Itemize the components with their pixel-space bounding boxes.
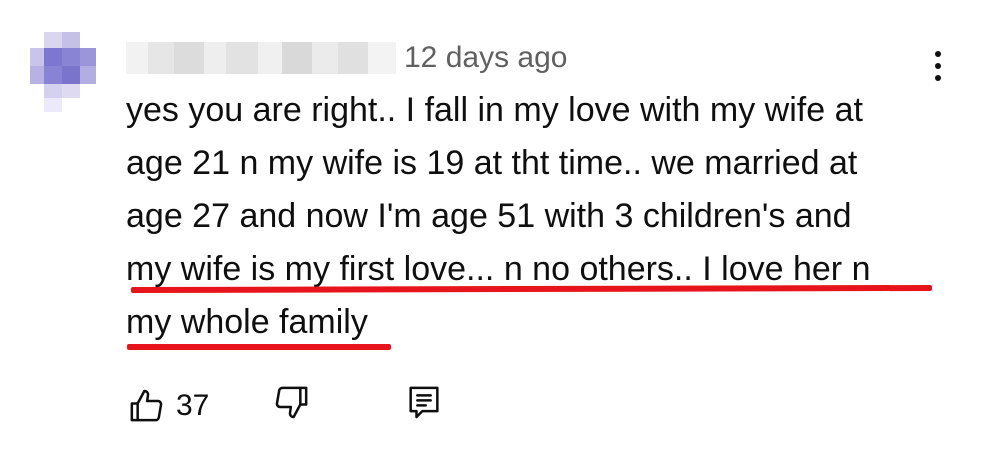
username-redacted[interactable]	[126, 42, 396, 74]
more-vert-icon	[935, 51, 941, 81]
comment-line: age 21 n my wife is 19 at tht time.. we …	[126, 144, 858, 182]
comment-line: yes you are right.. I fall in my love wi…	[126, 91, 863, 129]
reply-button[interactable]	[404, 382, 444, 422]
comment-line: age 27 and now I'm age 51 with 3 childre…	[126, 197, 852, 235]
comment-timestamp[interactable]: 12 days ago	[404, 40, 567, 76]
reply-comment-icon	[404, 382, 444, 422]
like-button[interactable]: 37	[126, 382, 209, 430]
comment-body: yes you are right.. I fall in my love wi…	[126, 84, 946, 349]
thumbs-up-icon	[126, 386, 166, 426]
comment-card: 12 days ago yes you are right.. I fall i…	[0, 0, 1000, 449]
more-options-button[interactable]	[920, 44, 956, 88]
comment-line: my whole family	[126, 303, 368, 341]
like-count: 37	[176, 389, 210, 422]
dislike-button[interactable]	[272, 382, 312, 422]
avatar[interactable]	[30, 32, 98, 112]
thumbs-down-icon	[272, 382, 312, 422]
red-underline-highlight	[127, 344, 391, 350]
